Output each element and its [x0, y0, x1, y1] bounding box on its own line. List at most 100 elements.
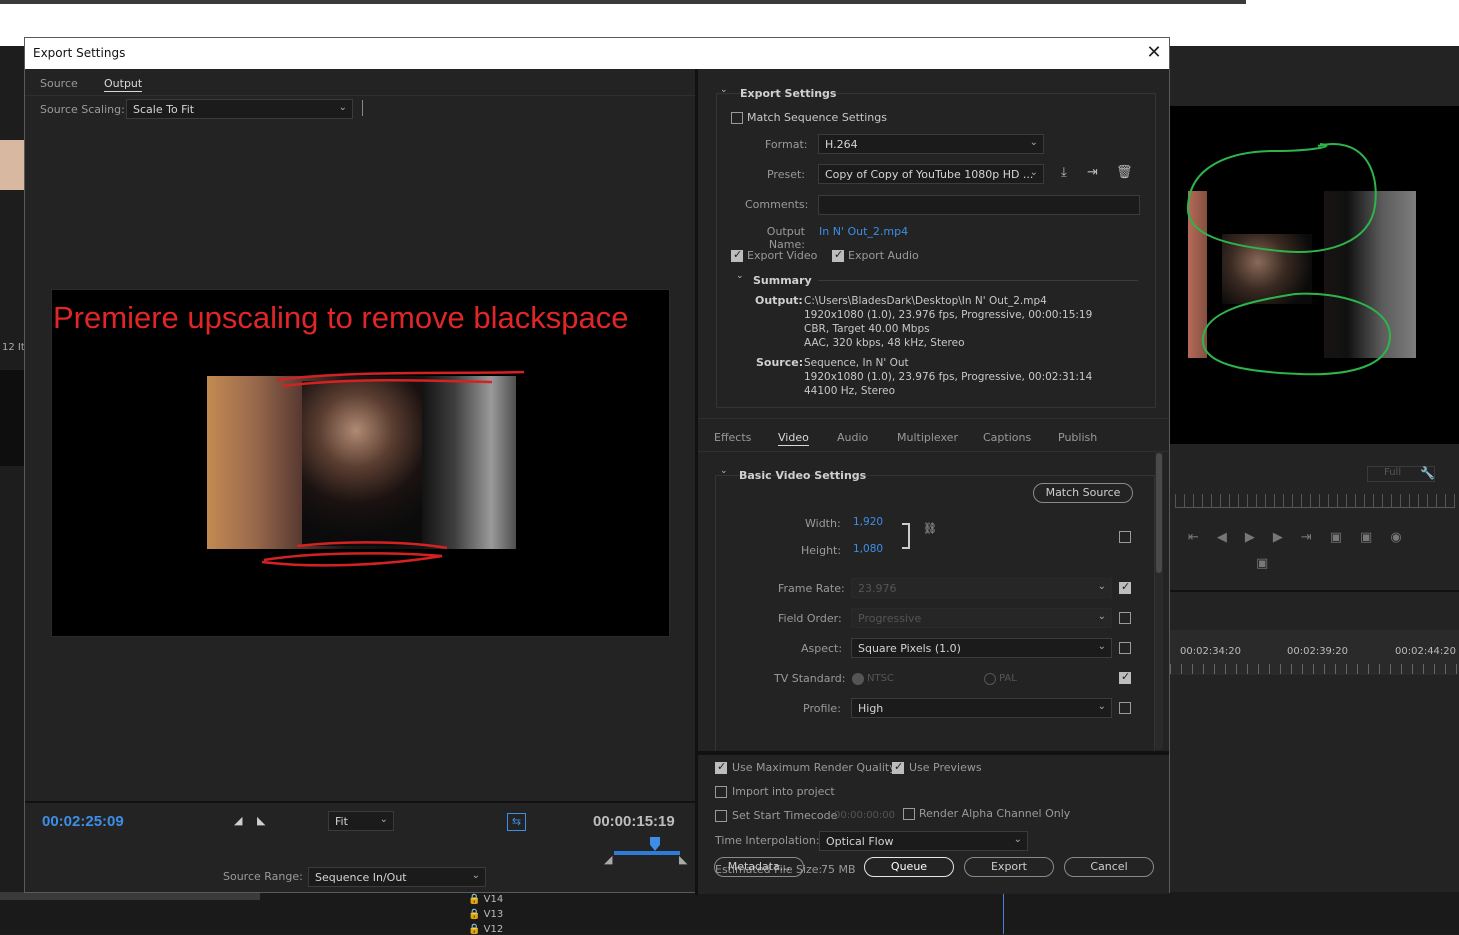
profile-checkbox[interactable]: [1119, 702, 1131, 714]
aspect-toggle-icon[interactable]: ⇆: [507, 813, 526, 831]
video-collapse-icon[interactable]: ⌄: [720, 466, 728, 476]
background-thumbnail: [0, 140, 24, 190]
max-render-checkbox[interactable]: [715, 760, 727, 774]
use-previews-checkbox[interactable]: [892, 760, 904, 774]
tab-audio[interactable]: Audio: [837, 431, 868, 444]
unlink-icon[interactable]: ⛓: [923, 522, 937, 535]
trash-icon[interactable]: 🗑: [1116, 165, 1133, 180]
width-label: Width:: [805, 517, 841, 530]
tabs-top-rule: [698, 418, 1169, 419]
tab-output[interactable]: Output: [104, 77, 143, 92]
summary-source-line: 44100 Hz, Stereo: [804, 385, 896, 397]
collapse-chevron-icon[interactable]: ⌄: [720, 85, 728, 95]
frame-rate-select[interactable]: 23.976 ⌄: [851, 578, 1112, 598]
program-extra-icon[interactable]: ▣: [1256, 556, 1268, 571]
basic-video-header: Basic Video Settings: [739, 469, 867, 482]
height-label: Height:: [801, 544, 842, 557]
tv-standard-label: TV Standard:: [774, 672, 846, 685]
settings-scroll-thumb[interactable]: [1156, 453, 1162, 573]
tab-effects[interactable]: Effects: [714, 431, 751, 444]
format-select[interactable]: H.264 ⌄: [818, 134, 1044, 154]
render-alpha-label: Render Alpha Channel Only: [919, 807, 1071, 820]
frame-rate-label: Frame Rate:: [778, 582, 845, 595]
source-scaling-value: Scale To Fit: [133, 103, 195, 116]
track-v14[interactable]: 🔒 V14: [468, 894, 503, 905]
wrench-icon[interactable]: 🔧: [1420, 466, 1435, 480]
match-source-button[interactable]: Match Source: [1033, 483, 1133, 503]
track-v12-label: V12: [483, 924, 504, 935]
dimension-override-checkbox[interactable]: [1119, 531, 1131, 543]
playhead-icon[interactable]: [650, 837, 660, 851]
fit-select[interactable]: Fit ⌄: [328, 811, 394, 831]
summary-output-line: C:\Users\BladesDark\Desktop\In N' Out_2.…: [804, 295, 1047, 307]
tab-video[interactable]: Video: [778, 431, 809, 446]
background-left-text: 12 It: [2, 342, 25, 353]
export-audio-checkbox[interactable]: [832, 248, 844, 262]
summary-output-label: Output:: [755, 294, 803, 307]
source-scaling-select[interactable]: Scale To Fit ⌄: [126, 99, 353, 119]
timeline-scroll[interactable]: [0, 892, 260, 900]
program-ruler: [1175, 494, 1455, 508]
save-preset-icon[interactable]: ⤓: [1061, 165, 1067, 180]
track-v12[interactable]: 🔒 V12: [468, 924, 503, 935]
field-order-checkbox[interactable]: [1119, 612, 1131, 624]
duration-time: 00:00:15:19: [593, 813, 675, 830]
left-tab-bar: Source Output: [25, 69, 695, 95]
profile-select[interactable]: High ⌄: [851, 698, 1112, 718]
work-area-bar[interactable]: [614, 851, 680, 855]
pal-radio[interactable]: [984, 673, 996, 685]
frame-rate-checkbox[interactable]: [1119, 580, 1131, 594]
export-button[interactable]: Export: [964, 857, 1054, 877]
metadata-button[interactable]: Metadata...: [714, 857, 804, 877]
start-timecode-checkbox[interactable]: [715, 810, 727, 822]
background-timeline: 🔒 V14 🔒 V13 🔒 V12: [0, 892, 1459, 935]
format-value: H.264: [825, 138, 858, 151]
bottom-divider: [698, 751, 1169, 755]
in-marker-icon[interactable]: ◢: [604, 853, 612, 866]
output-name-link[interactable]: In N' Out_2.mp4: [819, 225, 908, 238]
preset-select[interactable]: Copy of Copy of YouTube 1080p HD ... ⌄: [818, 164, 1044, 184]
settings-scrollbar[interactable]: [1155, 450, 1163, 750]
red-annotation-strokes: [261, 370, 525, 567]
cancel-button[interactable]: Cancel: [1064, 857, 1154, 877]
start-timecode-label: Set Start Timecode: [732, 809, 838, 822]
aspect-select[interactable]: Square Pixels (1.0) ⌄: [851, 638, 1112, 658]
height-value[interactable]: 1,080: [853, 543, 883, 555]
program-transport-icons[interactable]: ⇤◀▶▶⇥▣▣◉: [1188, 530, 1420, 545]
render-alpha-checkbox[interactable]: [903, 808, 915, 820]
out-marker-icon[interactable]: ◣: [679, 853, 687, 866]
import-project-checkbox[interactable]: [715, 786, 727, 798]
ntsc-radio[interactable]: [852, 673, 864, 685]
queue-button[interactable]: Queue: [864, 857, 954, 877]
time-interp-select[interactable]: Optical Flow ⌄: [819, 831, 1028, 851]
summary-output-line: CBR, Target 40.00 Mbps: [804, 323, 930, 335]
aspect-checkbox[interactable]: [1119, 642, 1131, 654]
export-video-checkbox[interactable]: [731, 248, 743, 262]
aspect-value: Square Pixels (1.0): [858, 642, 961, 655]
ruler-time-1: 00:02:34:20: [1180, 646, 1242, 657]
current-time[interactable]: 00:02:25:09: [42, 813, 124, 830]
start-timecode-value[interactable]: 00:00:00:00: [834, 810, 895, 821]
match-sequence-checkbox[interactable]: [731, 112, 743, 124]
track-v13[interactable]: 🔒 V13: [468, 909, 503, 920]
summary-chevron-icon[interactable]: ⌄: [736, 271, 744, 281]
output-name-label: Output Name:: [766, 225, 805, 251]
preset-label: Preset:: [766, 168, 805, 181]
tv-standard-checkbox[interactable]: [1119, 670, 1131, 684]
timeline-playhead[interactable]: [1003, 892, 1004, 934]
import-preset-icon[interactable]: ⇥: [1087, 165, 1098, 180]
tab-publish[interactable]: Publish: [1058, 431, 1097, 444]
field-order-select[interactable]: Progressive ⌄: [851, 608, 1112, 628]
source-range-select[interactable]: Sequence In/Out ⌄: [308, 867, 486, 887]
set-in-point-icon[interactable]: ◢: [234, 814, 242, 827]
chevron-down-icon: ⌄: [1097, 611, 1106, 622]
set-out-point-icon[interactable]: ◣: [257, 814, 265, 827]
source-range-label: Source Range:: [223, 870, 303, 883]
tab-source[interactable]: Source: [40, 77, 78, 90]
tab-multiplexer[interactable]: Multiplexer: [897, 431, 958, 444]
comments-input[interactable]: [818, 195, 1140, 215]
width-value[interactable]: 1,920: [853, 516, 883, 528]
close-icon[interactable]: ✕: [1143, 42, 1165, 64]
tab-captions[interactable]: Captions: [983, 431, 1031, 444]
green-annotation-circles: [1186, 143, 1392, 376]
